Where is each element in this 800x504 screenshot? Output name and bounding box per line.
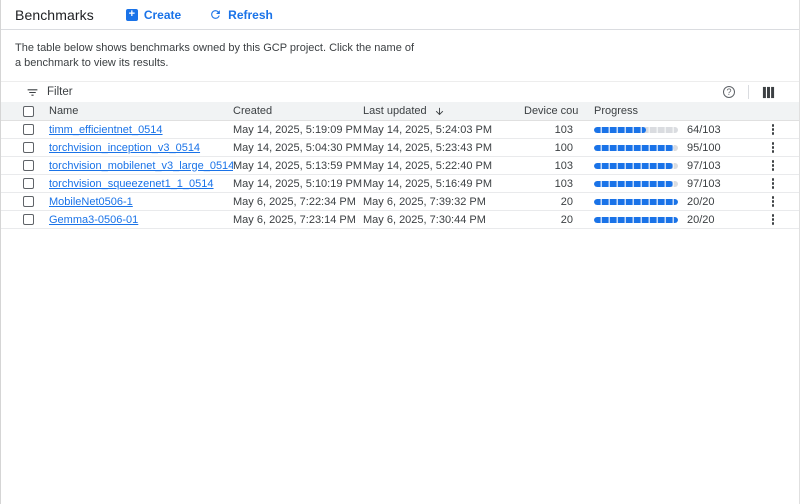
progress-cell: 64/103	[578, 124, 747, 136]
refresh-icon	[209, 8, 222, 21]
progress-value: 97/103	[687, 160, 721, 172]
created-cell: May 14, 2025, 5:04:30 PM	[233, 142, 363, 154]
column-display-options-icon	[762, 86, 775, 99]
progress-bar	[594, 127, 678, 133]
progress-cell: 20/20	[578, 196, 747, 208]
toolbar-actions: + Create Refresh	[122, 6, 277, 24]
header-name[interactable]: Name	[49, 105, 233, 117]
last-updated-cell: May 14, 2025, 5:24:03 PM	[363, 124, 524, 136]
refresh-button-label: Refresh	[228, 8, 273, 22]
device-count-cell: 103	[524, 124, 578, 136]
column-display-options-button[interactable]	[762, 86, 775, 99]
header-progress[interactable]: Progress	[578, 105, 747, 117]
progress-bar	[594, 217, 678, 223]
plus-box-icon: +	[126, 9, 138, 21]
top-toolbar: Benchmarks + Create Refresh	[1, 0, 799, 30]
benchmarks-table: Name Created Last updated Device count P…	[1, 102, 799, 229]
benchmark-name-link[interactable]: Gemma3-0506-01	[49, 214, 138, 226]
created-cell: May 14, 2025, 5:13:59 PM	[233, 160, 363, 172]
progress-value: 97/103	[687, 178, 721, 190]
row-checkbox[interactable]	[23, 178, 34, 189]
table-row: torchvision_mobilenet_v3_large_0514 May …	[1, 157, 799, 175]
row-checkbox[interactable]	[23, 124, 34, 135]
created-cell: May 6, 2025, 7:23:14 PM	[233, 214, 363, 226]
table-tools: ?	[723, 85, 775, 99]
progress-cell: 20/20	[578, 214, 747, 226]
row-checkbox[interactable]	[23, 196, 34, 207]
help-button[interactable]: ?	[723, 86, 735, 98]
toolbar-divider	[748, 85, 749, 99]
row-checkbox[interactable]	[23, 214, 34, 225]
progress-value: 95/100	[687, 142, 721, 154]
device-count-cell: 103	[524, 178, 578, 190]
benchmark-name-link[interactable]: torchvision_inception_v3_0514	[49, 142, 200, 154]
kebab-menu-icon[interactable]	[767, 176, 779, 191]
page-title: Benchmarks	[15, 7, 94, 23]
kebab-menu-icon[interactable]	[767, 158, 779, 173]
benchmark-name-link[interactable]: MobileNet0506-1	[49, 196, 133, 208]
header-device-count[interactable]: Device count	[524, 105, 578, 117]
progress-value: 20/20	[687, 196, 715, 208]
progress-value: 64/103	[687, 124, 721, 136]
progress-bar	[594, 163, 678, 169]
created-cell: May 14, 2025, 5:19:09 PM	[233, 124, 363, 136]
table-filter-bar: Filter ?	[1, 81, 799, 102]
progress-cell: 97/103	[578, 160, 747, 172]
last-updated-cell: May 14, 2025, 5:23:43 PM	[363, 142, 524, 154]
table-header-row: Name Created Last updated Device count P…	[1, 102, 799, 121]
created-cell: May 14, 2025, 5:10:19 PM	[233, 178, 363, 190]
select-all-checkbox[interactable]	[23, 106, 34, 117]
arrow-downward-icon	[434, 106, 445, 117]
table-row: torchvision_squeezenet1_1_0514 May 14, 2…	[1, 175, 799, 193]
device-count-cell: 20	[524, 214, 578, 226]
table-row: MobileNet0506-1 May 6, 2025, 7:22:34 PM …	[1, 193, 799, 211]
kebab-menu-icon[interactable]	[767, 212, 779, 227]
progress-bar	[594, 181, 678, 187]
last-updated-cell: May 6, 2025, 7:30:44 PM	[363, 214, 524, 226]
table-row: torchvision_inception_v3_0514 May 14, 20…	[1, 139, 799, 157]
filter-list-icon	[26, 86, 39, 99]
help-circle-icon: ?	[723, 86, 735, 98]
row-checkbox[interactable]	[23, 142, 34, 153]
page-description: The table below shows benchmarks owned b…	[1, 30, 799, 81]
device-count-cell: 20	[524, 196, 578, 208]
last-updated-cell: May 14, 2025, 5:22:40 PM	[363, 160, 524, 172]
benchmarks-page: Benchmarks + Create Refresh The table be…	[0, 0, 800, 504]
filter-button[interactable]: Filter	[26, 86, 73, 99]
benchmark-name-link[interactable]: timm_efficientnet_0514	[49, 124, 163, 136]
table-row: Gemma3-0506-01 May 6, 2025, 7:23:14 PM M…	[1, 211, 799, 229]
table-row: timm_efficientnet_0514 May 14, 2025, 5:1…	[1, 121, 799, 139]
progress-bar	[594, 199, 678, 205]
created-cell: May 6, 2025, 7:22:34 PM	[233, 196, 363, 208]
progress-cell: 97/103	[578, 178, 747, 190]
header-last-updated[interactable]: Last updated	[363, 105, 524, 117]
last-updated-cell: May 6, 2025, 7:39:32 PM	[363, 196, 524, 208]
progress-cell: 95/100	[578, 142, 747, 154]
last-updated-cell: May 14, 2025, 5:16:49 PM	[363, 178, 524, 190]
benchmark-name-link[interactable]: torchvision_squeezenet1_1_0514	[49, 178, 214, 190]
description-line-1: The table below shows benchmarks owned b…	[15, 41, 785, 56]
benchmark-name-link[interactable]: torchvision_mobilenet_v3_large_0514	[49, 160, 233, 172]
create-button-label: Create	[144, 8, 181, 22]
kebab-menu-icon[interactable]	[767, 140, 779, 155]
row-checkbox[interactable]	[23, 160, 34, 171]
refresh-button[interactable]: Refresh	[205, 6, 277, 24]
progress-value: 20/20	[687, 214, 715, 226]
kebab-menu-icon[interactable]	[767, 194, 779, 209]
create-button[interactable]: + Create	[122, 6, 185, 24]
device-count-cell: 100	[524, 142, 578, 154]
filter-label: Filter	[47, 86, 73, 98]
progress-bar	[594, 145, 678, 151]
kebab-menu-icon[interactable]	[767, 122, 779, 137]
device-count-cell: 103	[524, 160, 578, 172]
description-line-2: a benchmark to view its results.	[15, 56, 785, 71]
header-created[interactable]: Created	[233, 105, 363, 117]
